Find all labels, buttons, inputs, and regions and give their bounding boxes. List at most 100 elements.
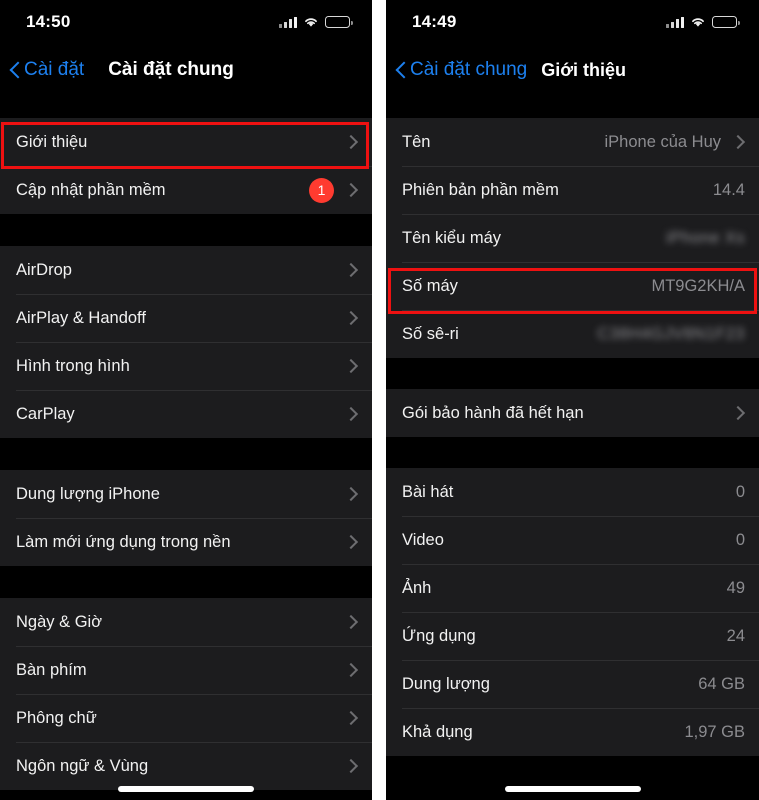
cellular-bars-icon	[666, 16, 684, 28]
row-label: Làm mới ứng dụng trong nền	[16, 532, 231, 551]
panel-separator	[372, 0, 386, 800]
status-bar-indicators	[279, 16, 353, 28]
row-label: Bài hát	[402, 482, 454, 501]
left-status-bar: 14:50	[0, 0, 372, 44]
row-label: Tên	[402, 132, 431, 151]
sidebar-item-airdrop[interactable]: AirDrop	[0, 246, 372, 294]
row-label: Gói bảo hành đã hết hạn	[402, 403, 584, 422]
settings-section-3: Dung lượng iPhone Làm mới ứng dụng trong…	[0, 470, 372, 566]
home-indicator[interactable]	[118, 786, 254, 792]
row-label: Ảnh	[402, 578, 432, 597]
section-gap	[386, 437, 759, 468]
sidebar-item-airplay-handoff[interactable]: AirPlay & Handoff	[0, 294, 372, 342]
about-row-phien-ban-phan-mem: Phiên bản phần mềm 14.4	[386, 166, 759, 214]
right-nav-bar: Cài đặt chung Giới thiệu	[386, 44, 759, 96]
settings-section-4: Ngày & Giờ Bàn phím Phông chữ Ngôn ngữ &…	[0, 598, 372, 790]
wifi-icon	[303, 16, 319, 28]
row-label: Hình trong hình	[16, 356, 130, 375]
left-nav-bar: Cài đặt Cài đặt chung	[0, 44, 372, 96]
right-about-list[interactable]: Tên iPhone của Huy Phiên bản phần mềm 14…	[386, 96, 759, 756]
settings-section-1: Giới thiệu Cập nhật phần mềm 1	[0, 118, 372, 214]
row-label: Giới thiệu	[16, 132, 88, 151]
about-row-kha-dung: Khả dụng 1,97 GB	[386, 708, 759, 756]
chevron-right-icon	[345, 264, 358, 277]
about-section-warranty: Gói bảo hành đã hết hạn	[386, 389, 759, 437]
about-row-so-se-ri: Số sê-ri C38H4GJV8N1F23	[386, 310, 759, 358]
sidebar-item-carplay[interactable]: CarPlay	[0, 390, 372, 438]
row-label: Ngôn ngữ & Vùng	[16, 756, 149, 775]
chevron-right-icon	[732, 407, 745, 420]
section-gap	[386, 358, 759, 389]
section-gap	[0, 96, 372, 118]
row-value: 49	[726, 578, 745, 597]
chevron-right-icon	[345, 488, 358, 501]
row-label: Dung lượng iPhone	[16, 484, 160, 503]
row-label: Dung lượng	[402, 674, 490, 693]
chevron-right-icon	[345, 136, 358, 149]
back-button-label: Cài đặt chung	[410, 59, 528, 80]
about-row-video: Video 0	[386, 516, 759, 564]
row-value: 24	[726, 626, 745, 645]
status-bar-indicators	[666, 16, 740, 28]
sidebar-item-gioi-thieu[interactable]: Giới thiệu	[0, 118, 372, 166]
about-row-dung-luong: Dung lượng 64 GB	[386, 660, 759, 708]
sidebar-item-cap-nhat-phan-mem[interactable]: Cập nhật phần mềm 1	[0, 166, 372, 214]
battery-icon	[712, 16, 740, 28]
page-title: Cài đặt chung	[108, 59, 234, 80]
sidebar-item-lam-moi-ung-dung-trong-nen[interactable]: Làm mới ứng dụng trong nền	[0, 518, 372, 566]
chevron-right-icon	[732, 136, 745, 149]
row-label: Phiên bản phần mềm	[402, 180, 559, 199]
page-title: Giới thiệu	[541, 59, 627, 80]
status-badge: 1	[309, 177, 334, 203]
chevron-left-icon	[10, 61, 21, 80]
battery-icon	[325, 16, 353, 28]
about-row-goi-bao-hanh[interactable]: Gói bảo hành đã hết hạn	[386, 389, 759, 437]
row-value: 0	[735, 482, 745, 501]
about-row-anh: Ảnh 49	[386, 564, 759, 612]
home-indicator[interactable]	[504, 786, 641, 792]
section-gap	[0, 566, 372, 598]
row-value-redacted: C38H4GJV8N1F23	[597, 324, 745, 343]
right-phone-screen: 14:49 Cài đặt chung Giới thiệu Tên iPhon…	[386, 0, 759, 800]
chevron-right-icon	[345, 408, 358, 421]
row-value: 1,97 GB	[684, 722, 745, 741]
sidebar-item-phong-chu[interactable]: Phông chữ	[0, 694, 372, 742]
status-bar-time: 14:49	[412, 12, 457, 31]
row-label: Ứng dụng	[402, 626, 476, 645]
about-row-ung-dung: Ứng dụng 24	[386, 612, 759, 660]
row-value-redacted: iPhone Xs	[666, 228, 745, 247]
row-label: Phông chữ	[16, 708, 97, 727]
sidebar-item-dung-luong-iphone[interactable]: Dung lượng iPhone	[0, 470, 372, 518]
about-row-ten-kieu-may: Tên kiểu máy iPhone Xs	[386, 214, 759, 262]
row-value: iPhone của Huy	[604, 132, 722, 151]
back-button[interactable]: Cài đặt chung	[396, 59, 527, 81]
cellular-bars-icon	[279, 16, 297, 28]
back-button-label: Cài đặt	[24, 59, 85, 80]
about-section-device: Tên iPhone của Huy Phiên bản phần mềm 14…	[386, 118, 759, 358]
about-row-ten[interactable]: Tên iPhone của Huy	[386, 118, 759, 166]
about-section-content: Bài hát 0 Video 0 Ảnh 49 Ứng dụng 24 Dun…	[386, 468, 759, 756]
screenshot-stage: 14:50 Cài đặt Cài đặt chung Giới thiệu C…	[0, 0, 759, 800]
sidebar-item-ngay-gio[interactable]: Ngày & Giờ	[0, 598, 372, 646]
settings-section-2: AirDrop AirPlay & Handoff Hình trong hìn…	[0, 246, 372, 438]
row-label: Ngày & Giờ	[16, 612, 103, 631]
row-label: AirPlay & Handoff	[16, 308, 146, 327]
row-value: 64 GB	[698, 674, 745, 693]
about-row-so-may: Số máy MT9G2KH/A	[386, 262, 759, 310]
row-label: Số máy	[402, 276, 458, 295]
row-label: Tên kiểu máy	[402, 228, 502, 247]
left-phone-screen: 14:50 Cài đặt Cài đặt chung Giới thiệu C…	[0, 0, 372, 800]
row-label: Số sê-ri	[402, 324, 459, 343]
row-label: Bàn phím	[16, 660, 87, 679]
section-gap	[386, 96, 759, 118]
back-button[interactable]: Cài đặt	[10, 59, 84, 81]
chevron-right-icon	[345, 360, 358, 373]
left-settings-list[interactable]: Giới thiệu Cập nhật phần mềm 1 AirDrop A…	[0, 96, 372, 790]
sidebar-item-hinh-trong-hinh[interactable]: Hình trong hình	[0, 342, 372, 390]
sidebar-item-ngon-ngu-vung[interactable]: Ngôn ngữ & Vùng	[0, 742, 372, 790]
chevron-right-icon	[345, 760, 358, 773]
sidebar-item-ban-phim[interactable]: Bàn phím	[0, 646, 372, 694]
row-label: CarPlay	[16, 404, 75, 423]
chevron-right-icon	[345, 712, 358, 725]
about-row-bai-hat: Bài hát 0	[386, 468, 759, 516]
